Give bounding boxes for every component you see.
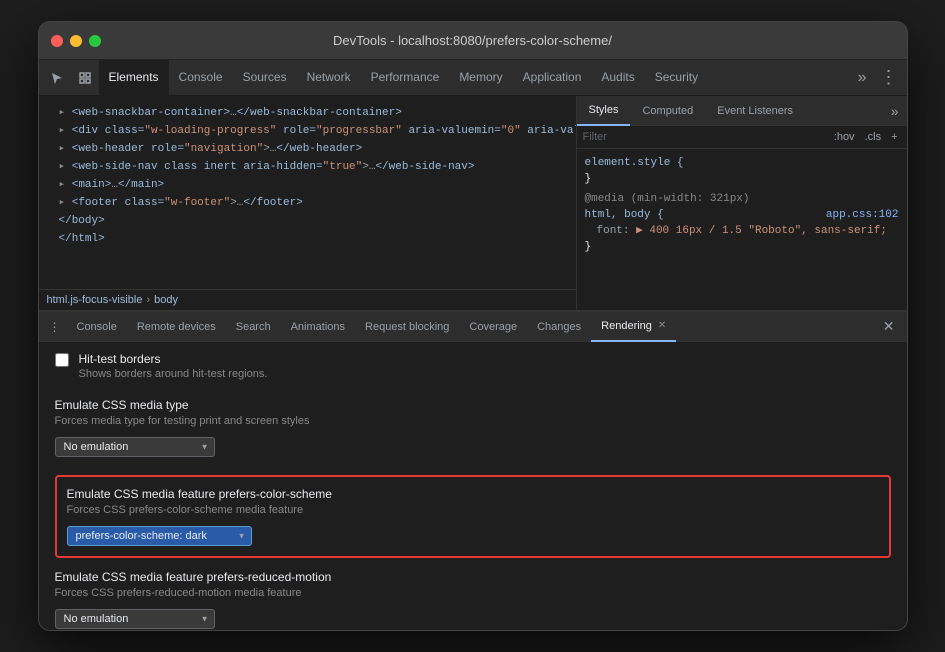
window-title: DevTools - localhost:8080/prefers-color-… xyxy=(333,33,612,48)
styles-filter-input[interactable] xyxy=(583,131,831,143)
tab-elements[interactable]: Elements xyxy=(99,60,169,96)
drawer-tab-remote-devices[interactable]: Remote devices xyxy=(127,312,226,342)
tab-memory[interactable]: Memory xyxy=(449,60,512,96)
media-type-select[interactable]: No emulation xyxy=(55,437,215,457)
media-type-label: Emulate CSS media type xyxy=(55,398,891,412)
minimize-button[interactable] xyxy=(70,35,82,47)
main-tabs-bar: Elements Console Sources Network Perform… xyxy=(39,60,907,96)
hit-test-row: Hit-test borders Shows borders around hi… xyxy=(55,352,891,380)
rendering-panel: Hit-test borders Shows borders around hi… xyxy=(39,342,907,630)
prefers-color-scheme-select-wrapper: prefers-color-scheme: dark xyxy=(67,526,252,546)
breadcrumb-item-html[interactable]: html.js-focus-visible xyxy=(47,294,143,306)
panel-overflow-button[interactable]: » xyxy=(883,103,907,119)
inspect-icon[interactable] xyxy=(71,64,99,92)
code-line[interactable]: ▸ <web-side-nav class inert aria-hidden=… xyxy=(39,158,576,176)
styles-filter-bar: :hov .cls + xyxy=(577,126,907,149)
code-line[interactable]: </body> xyxy=(39,212,576,230)
hit-test-desc: Shows borders around hit-test regions. xyxy=(79,368,268,380)
bottom-drawer: ⋮ Console Remote devices Search Animatio… xyxy=(39,310,907,630)
element-style-rule: element.style { } xyxy=(577,153,907,189)
devtools-menu-button[interactable]: ⋮ xyxy=(875,67,903,88)
code-line[interactable]: ▸ <web-snackbar-container>…</web-snackba… xyxy=(39,104,576,122)
filter-buttons: :hov .cls + xyxy=(831,130,901,144)
prefers-reduced-motion-section: Emulate CSS media feature prefers-reduce… xyxy=(55,570,891,629)
tab-network[interactable]: Network xyxy=(297,60,361,96)
panel-tabs: Styles Computed Event Listeners » xyxy=(577,96,907,126)
hit-test-label: Hit-test borders xyxy=(79,352,268,366)
media-type-desc: Forces media type for testing print and … xyxy=(55,415,891,427)
drawer-tab-animations[interactable]: Animations xyxy=(281,312,355,342)
tab-overflow-button[interactable]: » xyxy=(850,69,875,87)
drawer-tab-coverage[interactable]: Coverage xyxy=(459,312,527,342)
cls-button[interactable]: .cls xyxy=(862,130,885,144)
hit-test-section: Hit-test borders Shows borders around hi… xyxy=(55,352,891,380)
maximize-button[interactable] xyxy=(89,35,101,47)
titlebar: DevTools - localhost:8080/prefers-color-… xyxy=(39,22,907,60)
html-code-view: ▸ <web-snackbar-container>…</web-snackba… xyxy=(39,96,576,289)
prefers-reduced-motion-select-wrapper: No emulation xyxy=(55,609,215,629)
breadcrumb: html.js-focus-visible › body xyxy=(39,289,576,310)
code-line[interactable]: ▸ <web-header role="navigation">…</web-h… xyxy=(39,140,576,158)
prefers-color-scheme-label: Emulate CSS media feature prefers-color-… xyxy=(67,487,879,501)
cursor-icon[interactable] xyxy=(43,64,71,92)
drawer-tab-rendering[interactable]: Rendering ✕ xyxy=(591,312,676,342)
tab-console[interactable]: Console xyxy=(169,60,233,96)
media-type-select-wrapper: No emulation xyxy=(55,437,215,457)
code-line[interactable]: ▸ <footer class="w-footer">…</footer> xyxy=(39,194,576,212)
add-style-button[interactable]: + xyxy=(888,130,900,144)
traffic-lights xyxy=(51,35,101,47)
drawer-tab-changes[interactable]: Changes xyxy=(527,312,591,342)
tab-security[interactable]: Security xyxy=(645,60,708,96)
hit-test-checkbox[interactable] xyxy=(55,353,69,367)
prefers-color-scheme-section: Emulate CSS media feature prefers-color-… xyxy=(55,475,891,558)
tab-audits[interactable]: Audits xyxy=(591,60,644,96)
media-rule: @media (min-width: 321px) html, body { a… xyxy=(577,189,907,257)
styles-panel: Styles Computed Event Listeners » :hov .… xyxy=(577,96,907,310)
tab-application[interactable]: Application xyxy=(513,60,592,96)
breadcrumb-item-body[interactable]: body xyxy=(154,294,178,306)
tab-sources[interactable]: Sources xyxy=(233,60,297,96)
tab-performance[interactable]: Performance xyxy=(361,60,450,96)
tab-computed[interactable]: Computed xyxy=(630,96,705,126)
prefers-reduced-motion-label: Emulate CSS media feature prefers-reduce… xyxy=(55,570,891,584)
close-button[interactable] xyxy=(51,35,63,47)
drawer-icon[interactable]: ⋮ xyxy=(43,315,67,339)
drawer-tabs: ⋮ Console Remote devices Search Animatio… xyxy=(39,312,907,342)
tab-styles[interactable]: Styles xyxy=(577,96,631,126)
drawer-tab-console[interactable]: Console xyxy=(67,312,127,342)
styles-content: element.style { } @media (min-width: 321… xyxy=(577,149,907,310)
drawer-tab-search[interactable]: Search xyxy=(226,312,281,342)
tab-event-listeners[interactable]: Event Listeners xyxy=(705,96,805,126)
html-panel: ▸ <web-snackbar-container>…</web-snackba… xyxy=(39,96,577,310)
drawer-close-button[interactable]: ✕ xyxy=(875,318,903,335)
prefers-reduced-motion-select[interactable]: No emulation xyxy=(55,609,215,629)
prefers-reduced-motion-desc: Forces CSS prefers-reduced-motion media … xyxy=(55,587,891,599)
devtools-window: DevTools - localhost:8080/prefers-color-… xyxy=(38,21,908,631)
code-line[interactable]: ▸ <main>…</main> xyxy=(39,176,576,194)
code-line[interactable]: ▸ <div class="w-loading-progress" role="… xyxy=(39,122,576,140)
drawer-tab-request-blocking[interactable]: Request blocking xyxy=(355,312,459,342)
hov-button[interactable]: :hov xyxy=(831,130,858,144)
media-type-section: Emulate CSS media type Forces media type… xyxy=(55,398,891,457)
prefers-color-scheme-select[interactable]: prefers-color-scheme: dark xyxy=(67,526,252,546)
rendering-tab-close[interactable]: ✕ xyxy=(658,320,666,331)
prefers-color-scheme-desc: Forces CSS prefers-color-scheme media fe… xyxy=(67,504,879,516)
main-content: ▸ <web-snackbar-container>…</web-snackba… xyxy=(39,96,907,310)
code-line[interactable]: </html> xyxy=(39,230,576,248)
